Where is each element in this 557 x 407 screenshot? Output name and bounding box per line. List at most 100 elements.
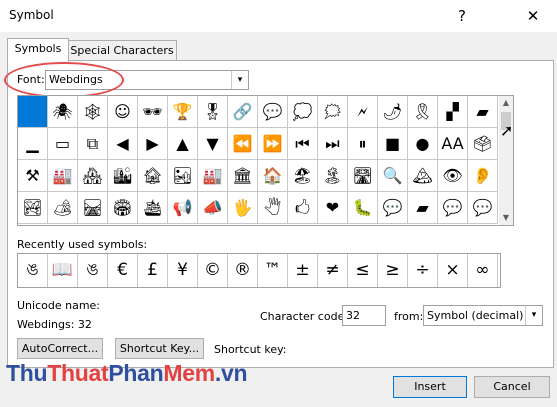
symbol-cell[interactable]: 🎗: [408, 96, 438, 128]
symbol-cell[interactable]: ☺: [108, 96, 138, 128]
close-icon[interactable]: ✕: [523, 6, 543, 26]
scroll-up-icon[interactable]: ▲: [499, 96, 513, 110]
symbol-cell[interactable]: ▞: [438, 96, 468, 128]
symbol-cell[interactable]: ❤: [318, 192, 348, 224]
symbol-cell[interactable]: ⏪: [228, 128, 258, 160]
autocorrect-button[interactable]: AutoCorrect...: [17, 338, 103, 359]
symbol-cell[interactable]: 🛣: [348, 160, 378, 192]
symbol-cell[interactable]: 🎖: [198, 96, 228, 128]
symbol-cell[interactable]: ⏩: [258, 128, 288, 160]
symbol-cell[interactable]: 🐛: [348, 192, 378, 224]
symbol-cell[interactable]: 🏔: [408, 160, 438, 192]
recent-symbol-cell[interactable]: ™: [258, 254, 288, 287]
symbol-cell[interactable]: 🖒: [288, 192, 318, 224]
symbol-cell[interactable]: 🏆: [168, 96, 198, 128]
tab-symbols[interactable]: Symbols: [7, 38, 69, 62]
recent-symbol-cell[interactable]: ®: [228, 254, 258, 287]
symbol-cell[interactable]: 🏙: [108, 160, 138, 192]
symbol-cell[interactable]: ▲: [168, 128, 198, 160]
symbol-cell[interactable]: 💬: [258, 96, 288, 128]
symbol-cell[interactable]: ⏭: [318, 128, 348, 160]
scroll-down-icon[interactable]: ▼: [499, 211, 513, 225]
symbol-cell[interactable]: ▰: [408, 192, 438, 224]
symbol-cell[interactable]: ■: [378, 128, 408, 160]
symbol-cell[interactable]: ⏸: [348, 128, 378, 160]
symbol-cell[interactable]: 🏚: [138, 160, 168, 192]
recent-symbol-cell[interactable]: ©: [198, 254, 228, 287]
symbol-cell[interactable]: 🏜: [168, 160, 198, 192]
symbol-cell[interactable]: ▼: [198, 128, 228, 160]
from-label: from:: [394, 310, 424, 323]
symbol-cell[interactable]: 📣: [198, 192, 228, 224]
symbol-cell[interactable]: 💬: [438, 192, 468, 224]
character-code-value: 32: [346, 309, 360, 322]
symbol-cell[interactable]: ◀: [108, 128, 138, 160]
help-icon[interactable]: ?: [452, 6, 472, 26]
symbol-cell[interactable]: 🕷: [48, 96, 78, 128]
symbol-cell[interactable]: ⏮: [288, 128, 318, 160]
symbol-cell[interactable]: 🏛: [228, 160, 258, 192]
chevron-down-icon[interactable]: ▾: [231, 71, 248, 89]
symbol-cell[interactable]: 🖑: [258, 192, 288, 224]
chevron-down-icon[interactable]: ▾: [525, 306, 542, 325]
symbol-cell[interactable]: 📢: [168, 192, 198, 224]
symbol-cell[interactable]: 👁: [438, 160, 468, 192]
shortcut-key-button[interactable]: Shortcut Key...: [115, 338, 204, 359]
symbol-cell[interactable]: 🏝: [318, 160, 348, 192]
symbol-cell[interactable]: 🖐: [228, 192, 258, 224]
recent-symbol-cell[interactable]: ঙ: [78, 254, 108, 287]
symbol-cell[interactable]: 🔗: [228, 96, 258, 128]
symbol-cell[interactable]: ▶: [138, 128, 168, 160]
symbol-cell[interactable]: 💬: [468, 192, 498, 224]
tab-special-characters[interactable]: Special Characters: [67, 40, 177, 61]
recent-symbol-cell[interactable]: ≥: [378, 254, 408, 287]
symbol-cell[interactable]: 🏠: [258, 160, 288, 192]
symbol-cell[interactable]: 👂: [468, 160, 498, 192]
symbol-cell[interactable]: 🛳: [138, 192, 168, 224]
symbol-cell[interactable]: 🏟: [108, 192, 138, 224]
symbol-cell[interactable]: ⚒: [18, 160, 48, 192]
symbol-cell[interactable]: 🕶: [138, 96, 168, 128]
recent-symbol-cell[interactable]: ÷: [408, 254, 438, 287]
symbol-cell[interactable]: 💬: [378, 192, 408, 224]
symbol-cell[interactable]: AA: [438, 128, 468, 160]
symbol-cell[interactable]: 🏖: [288, 160, 318, 192]
symbol-cell[interactable]: 🏭: [48, 160, 78, 192]
symbol-cell[interactable]: 🌶: [378, 96, 408, 128]
cancel-button[interactable]: Cancel: [474, 376, 550, 398]
recent-symbols-label: Recently used symbols:: [17, 238, 148, 251]
symbol-cell[interactable]: 🔍: [378, 160, 408, 192]
watermark-part: Phan: [108, 360, 164, 386]
insert-button[interactable]: Insert: [393, 376, 467, 398]
recent-symbol-cell[interactable]: £: [138, 254, 168, 287]
character-code-input[interactable]: 32: [342, 305, 386, 326]
symbol-cell[interactable]: 🏕: [48, 192, 78, 224]
recent-symbol-cell[interactable]: ¥: [168, 254, 198, 287]
symbol-cell[interactable]: 🏘: [78, 160, 108, 192]
recent-symbol-cell[interactable]: 📖: [48, 254, 78, 287]
symbol-cell[interactable]: 🗯: [318, 96, 348, 128]
symbol-grid-scrollbar[interactable]: ▲ ▼: [499, 95, 514, 226]
recent-symbol-cell[interactable]: €: [108, 254, 138, 287]
symbol-cell[interactable]: ▭: [48, 128, 78, 160]
symbol-cell[interactable]: ▰: [468, 96, 498, 128]
symbol-cell[interactable]: ●: [408, 128, 438, 160]
shortcut-key-label: Shortcut key:: [214, 343, 287, 356]
recent-symbol-cell[interactable]: ≤: [348, 254, 378, 287]
recent-symbol-cell[interactable]: ≠: [318, 254, 348, 287]
symbol-cell[interactable]: 🏞: [18, 192, 48, 224]
symbol-cell[interactable]: ⧉: [78, 128, 108, 160]
symbol-cell[interactable]: 💭: [288, 96, 318, 128]
symbol-cell[interactable]: 🗲: [348, 96, 378, 128]
recent-symbol-cell[interactable]: ×: [438, 254, 468, 287]
recent-symbol-cell[interactable]: ∞: [468, 254, 498, 287]
symbol-cell[interactable]: 🛤: [78, 192, 108, 224]
symbol-cell[interactable]: ▁: [18, 128, 48, 160]
symbol-cell[interactable]: 🗳: [468, 128, 498, 160]
symbol-cell[interactable]: 🕸: [78, 96, 108, 128]
recent-symbol-cell[interactable]: ঙ: [18, 254, 48, 287]
recent-symbol-cell[interactable]: ±: [288, 254, 318, 287]
from-select[interactable]: Symbol (decimal) ▾: [423, 305, 543, 326]
symbol-cell[interactable]: 🏭: [198, 160, 228, 192]
symbol-cell-selected[interactable]: [18, 96, 48, 128]
